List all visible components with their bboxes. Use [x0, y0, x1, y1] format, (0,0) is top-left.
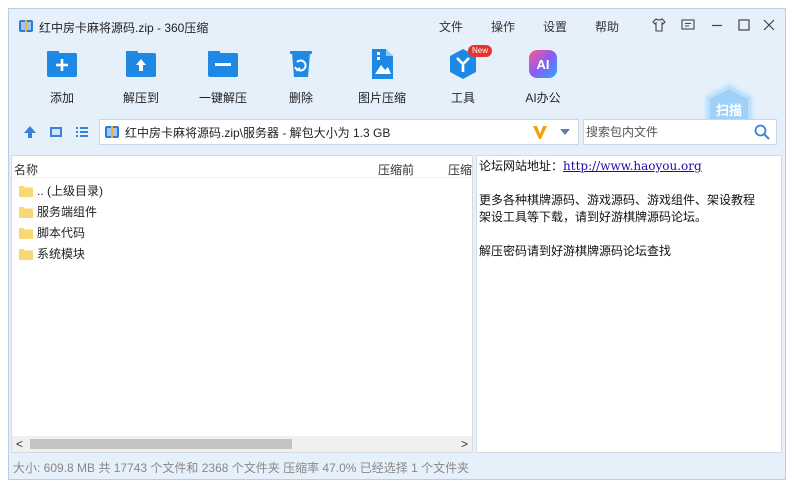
menu-settings[interactable]: 设置	[543, 18, 567, 35]
tools-button[interactable]: New 工具	[428, 45, 498, 106]
search-icon[interactable]	[754, 124, 770, 140]
column-header: 名称 压缩前 压缩	[12, 156, 472, 178]
menu-help[interactable]: 帮助	[595, 18, 619, 35]
list-item[interactable]: 脚本代码	[12, 222, 472, 243]
comment-line-website: 论坛网站地址：http://www.haoyou.org	[479, 158, 779, 175]
thumbnail-view-icon[interactable]	[49, 125, 63, 139]
file-list-pane: 名称 压缩前 压缩 .. (上级目录) 服务端组件 脚本代码 系统模块 < >	[11, 155, 473, 453]
ai-office-icon: AI	[529, 50, 557, 78]
image-compress-button[interactable]: 图片压缩	[347, 47, 417, 106]
feedback-icon[interactable]	[680, 17, 696, 33]
extract-to-label: 解压到	[122, 91, 159, 105]
website-link[interactable]: http://www.haoyou.org	[563, 159, 702, 173]
add-label: 添加	[49, 91, 74, 105]
window-title: 红中房卡麻将源码.zip - 360压缩	[39, 21, 209, 35]
delete-icon	[290, 51, 312, 77]
list-item-parent-dir[interactable]: .. (上级目录)	[12, 180, 472, 201]
app-window: 红中房卡麻将源码.zip - 360压缩 文件 操作 设置 帮助 添加 解压到 …	[8, 8, 786, 480]
v-logo-icon[interactable]	[532, 124, 548, 140]
close-icon[interactable]	[761, 17, 777, 33]
search-input[interactable]	[586, 122, 746, 142]
one-click-extract-label: 一键解压	[198, 91, 247, 105]
folder-icon	[19, 248, 33, 260]
file-name: 服务端组件	[37, 205, 98, 219]
folder-icon	[19, 227, 33, 239]
website-label: 论坛网站地址：	[479, 159, 564, 173]
address-dropdown-icon[interactable]	[560, 129, 570, 135]
extract-to-button[interactable]: 解压到	[106, 47, 176, 106]
image-compress-icon	[372, 49, 393, 79]
horizontal-scrollbar[interactable]: < >	[12, 436, 472, 452]
scroll-right-button[interactable]: >	[461, 437, 468, 451]
list-item[interactable]: 系统模块	[12, 243, 472, 264]
shirt-icon[interactable]	[651, 17, 667, 33]
extract-to-icon	[126, 51, 156, 77]
comment-line: 更多各种棋牌源码、游戏源码、游戏组件、架设教程	[479, 193, 756, 207]
maximize-icon[interactable]	[736, 17, 752, 33]
delete-label: 删除	[288, 91, 313, 105]
ai-office-label: AI办公	[525, 91, 561, 105]
address-path: 红中房卡麻将源码.zip\服务器 - 解包大小为 1.3 GB	[125, 125, 391, 140]
one-click-extract-button[interactable]: 一键解压	[188, 47, 258, 106]
ai-office-button[interactable]: AI AI办公	[508, 47, 578, 106]
add-icon	[47, 51, 77, 77]
column-name[interactable]: 名称	[14, 161, 38, 178]
file-name: .. (上级目录)	[37, 184, 103, 198]
archive-comment-pane: 论坛网站地址：http://www.haoyou.org 更多各种棋牌源码、游戏…	[476, 155, 782, 453]
folder-icon	[19, 206, 33, 218]
column-original-size[interactable]: 压缩前	[378, 161, 414, 178]
image-compress-label: 图片压缩	[357, 91, 406, 105]
zip-file-icon	[19, 20, 33, 32]
comment-line-password: 解压密码请到好游棋牌源码论坛查找	[479, 244, 672, 258]
address-bar[interactable]: 红中房卡麻将源码.zip\服务器 - 解包大小为 1.3 GB	[99, 119, 579, 145]
list-view-icon[interactable]	[75, 125, 89, 139]
list-item[interactable]: 服务端组件	[12, 201, 472, 222]
comment-line: 架设工具等下载，请到好游棋牌源码论坛。	[479, 210, 708, 224]
one-click-extract-icon	[208, 51, 238, 77]
scrollbar-thumb[interactable]	[30, 439, 292, 449]
status-bar: 大小: 609.8 MB 共 17743 个文件和 2368 个文件夹 压缩率 …	[13, 461, 470, 475]
zip-file-icon	[105, 126, 119, 138]
menu-operate[interactable]: 操作	[491, 18, 515, 35]
search-box	[583, 119, 777, 145]
file-name: 脚本代码	[37, 226, 86, 240]
add-button[interactable]: 添加	[27, 47, 97, 106]
minimize-icon[interactable]	[709, 17, 725, 33]
toolbar: 添加 解压到 一键解压 删除 图片压缩 New 工具 AI AI办公 扫描	[9, 43, 785, 141]
ai-icon-text: AI	[537, 57, 550, 72]
new-badge: New	[468, 45, 493, 57]
up-arrow-icon[interactable]	[23, 125, 37, 139]
tools-label: 工具	[450, 91, 475, 105]
title-bar: 红中房卡麻将源码.zip - 360压缩 文件 操作 设置 帮助	[9, 9, 785, 43]
address-row: 红中房卡麻将源码.zip\服务器 - 解包大小为 1.3 GB	[9, 117, 785, 147]
delete-button[interactable]: 删除	[266, 47, 336, 106]
file-list: .. (上级目录) 服务端组件 脚本代码 系统模块	[12, 180, 472, 264]
menu-file[interactable]: 文件	[439, 18, 463, 35]
folder-icon	[19, 185, 33, 197]
scroll-left-button[interactable]: <	[16, 437, 23, 451]
file-name: 系统模块	[37, 247, 86, 261]
column-compressed-size[interactable]: 压缩	[448, 161, 472, 178]
